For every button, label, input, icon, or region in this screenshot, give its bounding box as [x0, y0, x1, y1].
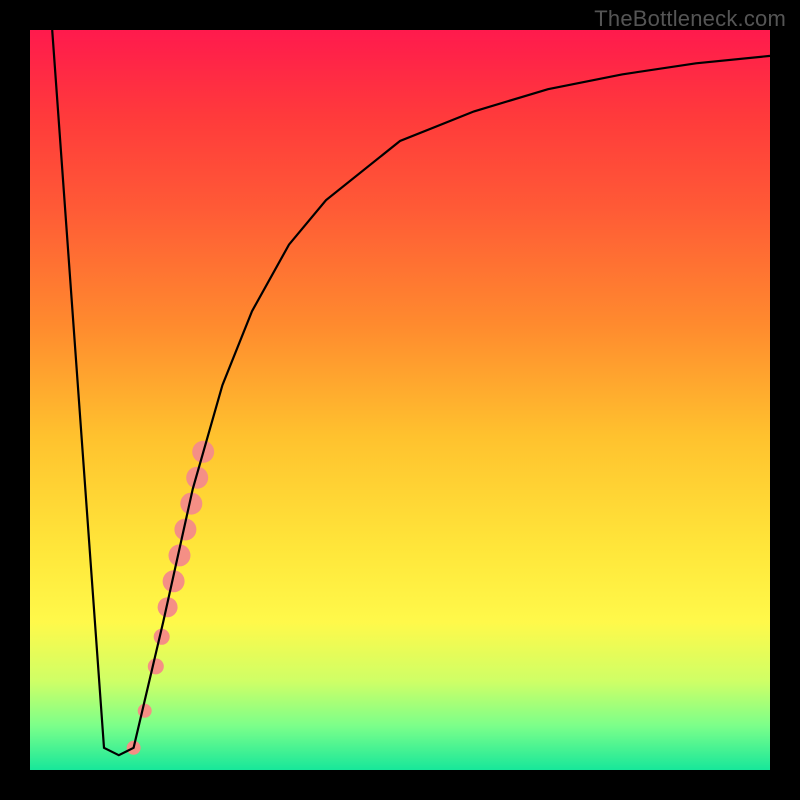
chart-frame: TheBottleneck.com — [0, 0, 800, 800]
watermark-text: TheBottleneck.com — [594, 6, 786, 32]
marker-dot — [148, 658, 164, 674]
plot-area — [30, 30, 770, 770]
marker-group — [127, 441, 215, 755]
marker-dot — [138, 704, 152, 718]
main-curve — [52, 30, 770, 755]
chart-svg — [30, 30, 770, 770]
